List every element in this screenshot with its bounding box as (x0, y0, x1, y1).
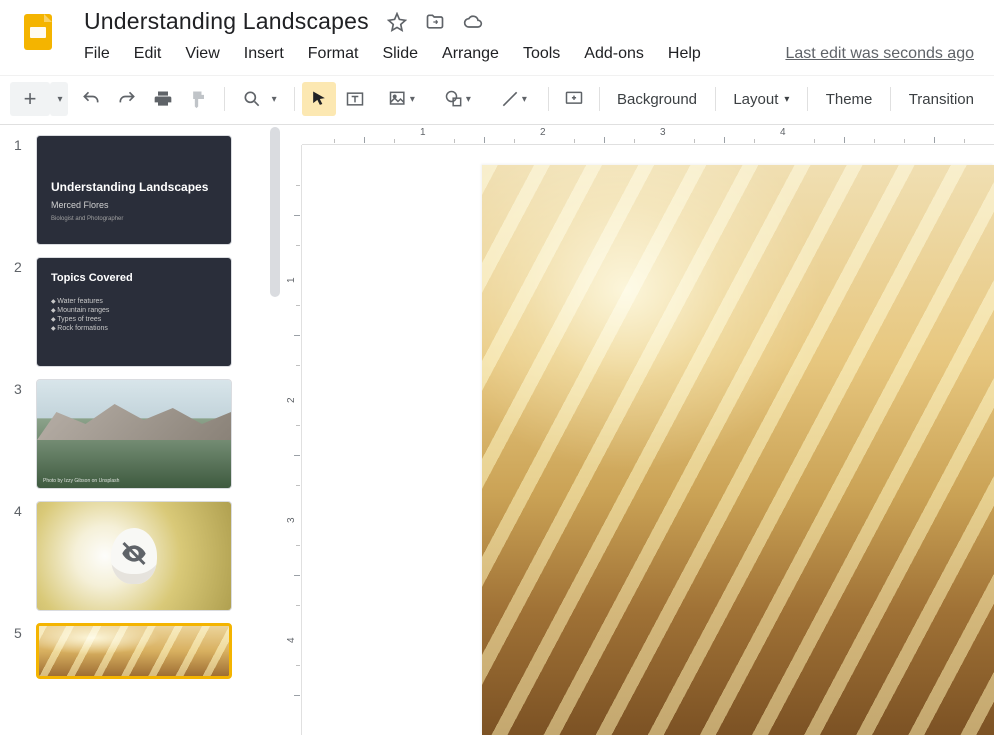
thumb-number: 2 (14, 257, 36, 275)
slide-thumbnail-3[interactable]: Photo by Izzy Gibson on Unsplash (36, 379, 232, 489)
shape-tool[interactable]: ▾ (430, 82, 484, 116)
slide-thumbnail-5-selected[interactable] (36, 623, 232, 679)
transition-button[interactable]: Transition (899, 82, 984, 116)
slide1-subtitle: Merced Flores (51, 200, 109, 210)
thumb-number: 4 (14, 501, 36, 519)
menu-insert[interactable]: Insert (244, 45, 284, 63)
undo-button[interactable] (74, 82, 108, 116)
slide-panel: 1 Understanding Landscapes Merced Flores… (0, 125, 268, 735)
star-icon[interactable] (387, 12, 407, 32)
mountain-photo (37, 380, 231, 488)
paint-format-button[interactable] (182, 82, 216, 116)
cloud-status-icon[interactable] (463, 12, 483, 32)
slide-thumbnail-4[interactable] (36, 501, 232, 611)
zoom-button[interactable]: ▾ (232, 82, 286, 116)
thumbnail-scrollbar[interactable] (268, 125, 282, 735)
menu-view[interactable]: View (185, 45, 219, 63)
print-button[interactable] (146, 82, 180, 116)
thumb-number: 1 (14, 135, 36, 153)
menu-file[interactable]: File (84, 45, 110, 63)
last-edit-link[interactable]: Last edit was seconds ago (785, 45, 974, 63)
slide2-title: Topics Covered (51, 272, 133, 284)
menu-edit[interactable]: Edit (134, 45, 162, 63)
canvas-area: 1 2 3 4 1 2 3 4 (282, 125, 994, 735)
vertical-ruler[interactable]: 1 2 3 4 (282, 145, 302, 735)
menu-arrange[interactable]: Arrange (442, 45, 499, 63)
slides-logo[interactable] (16, 10, 60, 54)
menu-help[interactable]: Help (668, 45, 701, 63)
redo-button[interactable] (110, 82, 144, 116)
background-button[interactable]: Background (607, 82, 707, 116)
skipped-slide-icon (120, 540, 148, 573)
photo-attribution: Photo by Izzy Gibson on Unsplash (43, 478, 119, 484)
forest-image[interactable] (482, 165, 994, 735)
owl-photo (37, 502, 231, 610)
slide1-title: Understanding Landscapes (51, 180, 208, 194)
move-folder-icon[interactable] (425, 12, 445, 32)
scrollbar-thumb[interactable] (270, 127, 280, 297)
thumb-number: 3 (14, 379, 36, 397)
forest-photo (39, 626, 229, 676)
toolbar: + ▾ ▾ ▾ ▾ ▾ Background Layout▾ Theme Tra… (0, 75, 994, 125)
thumb-number: 5 (14, 623, 36, 641)
new-slide-button[interactable]: + (10, 82, 50, 116)
slide-thumbnail-1[interactable]: Understanding Landscapes Merced Flores B… (36, 135, 232, 245)
slide-canvas[interactable] (482, 165, 994, 735)
app-header: Understanding Landscapes File Edit View … (0, 0, 994, 63)
comment-button[interactable] (557, 82, 591, 116)
line-tool[interactable]: ▾ (486, 82, 540, 116)
slide-thumbnail-2[interactable]: Topics Covered Water features Mountain r… (36, 257, 232, 367)
new-slide-dropdown[interactable]: ▾ (50, 82, 68, 116)
menu-slide[interactable]: Slide (382, 45, 418, 63)
menu-tools[interactable]: Tools (523, 45, 560, 63)
select-tool[interactable] (302, 82, 336, 116)
slide1-subtitle2: Biologist and Photographer (51, 216, 123, 222)
textbox-tool[interactable] (338, 82, 372, 116)
menu-addons[interactable]: Add-ons (584, 45, 644, 63)
slide2-bullets: Water features Mountain ranges Types of … (51, 298, 109, 334)
image-tool[interactable]: ▾ (374, 82, 428, 116)
document-title[interactable]: Understanding Landscapes (84, 8, 369, 35)
layout-button[interactable]: Layout▾ (723, 82, 799, 116)
theme-button[interactable]: Theme (816, 82, 883, 116)
horizontal-ruler[interactable]: 1 2 3 4 (302, 125, 994, 145)
menu-bar: File Edit View Insert Format Slide Arran… (84, 45, 984, 63)
menu-format[interactable]: Format (308, 45, 359, 63)
